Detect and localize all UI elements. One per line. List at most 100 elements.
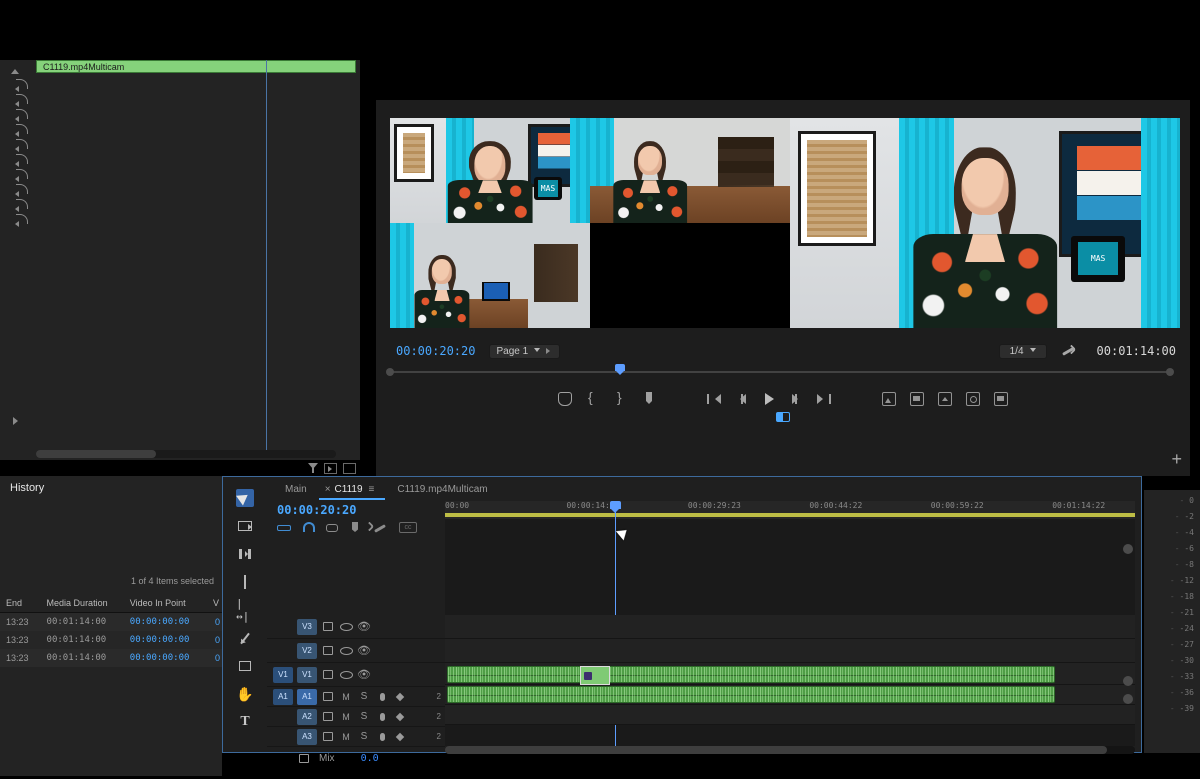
track-a2[interactable] [445, 685, 1135, 705]
audio-track-header[interactable]: A3MS2 [267, 727, 445, 747]
sequence-tab[interactable]: C1119.mp4Multicam [385, 481, 499, 500]
zoom-endcap[interactable] [1123, 676, 1133, 686]
table-row[interactable]: 13:2300:01:14:0000:00:00:000 [0, 649, 222, 667]
multicam-angle-4[interactable] [590, 223, 790, 328]
add-marker-icon[interactable] [349, 521, 361, 533]
source-patch[interactable] [273, 619, 293, 635]
export-frame-button[interactable] [937, 391, 953, 407]
expand-right-icon[interactable] [13, 417, 22, 425]
mix-value[interactable]: 0.0 [361, 753, 379, 764]
keyframe-icon[interactable] [393, 710, 407, 724]
undo-step-icon[interactable] [16, 214, 28, 224]
clip-segment[interactable] [580, 666, 610, 685]
audio-track-header[interactable]: A2MS2 [267, 707, 445, 727]
mute-button[interactable]: M [339, 710, 353, 724]
multicam-angle-1[interactable] [390, 118, 590, 223]
video-track-header[interactable]: V3👁 [267, 615, 445, 639]
new-bin-icon[interactable] [343, 463, 356, 474]
col-end[interactable]: End [0, 594, 41, 613]
timeline-hscroll[interactable] [445, 746, 1135, 754]
hand-tool[interactable]: ✋ [236, 685, 254, 703]
toggle-multicam-view-button[interactable] [776, 412, 790, 422]
comparison-view-button[interactable] [993, 391, 1009, 407]
lock-icon[interactable] [321, 710, 335, 724]
lock-icon[interactable] [297, 751, 311, 765]
add-marker-button[interactable] [557, 391, 573, 407]
undo-step-icon[interactable] [16, 109, 28, 119]
undo-step-icon[interactable] [16, 79, 28, 89]
close-tab-icon[interactable]: × [325, 484, 331, 495]
solo-button[interactable]: S [357, 730, 371, 744]
track-a1[interactable] [445, 665, 1135, 685]
new-item-icon[interactable] [324, 463, 337, 474]
toggle-track-output-icon[interactable] [339, 668, 353, 682]
solo-button[interactable]: S [357, 710, 371, 724]
source-patch[interactable] [273, 729, 293, 745]
lock-icon[interactable] [321, 730, 335, 744]
mark-out-button[interactable] [613, 391, 629, 407]
col-inpoint[interactable]: Video In Point [124, 594, 207, 613]
play-button[interactable] [761, 391, 777, 407]
source-patch[interactable]: V1 [273, 667, 293, 683]
voiceover-icon[interactable] [375, 710, 389, 724]
lock-icon[interactable] [321, 690, 335, 704]
step-forward-button[interactable] [789, 391, 805, 407]
table-row[interactable]: 13:2300:01:14:0000:00:00:000 [0, 613, 222, 632]
work-area-bar[interactable] [445, 513, 1135, 517]
page-selector[interactable]: Page 1 [489, 344, 560, 359]
mark-in-button[interactable] [585, 391, 601, 407]
keyframe-icon[interactable] [393, 690, 407, 704]
insert-button[interactable] [881, 391, 897, 407]
source-patch[interactable] [273, 709, 293, 725]
undo-step-icon[interactable] [16, 184, 28, 194]
track-a3[interactable] [445, 705, 1135, 725]
video-track-header[interactable]: V1V1👁 [267, 663, 445, 687]
program-playhead[interactable] [615, 364, 625, 376]
source-hscroll[interactable] [36, 450, 336, 458]
ripple-edit-tool[interactable] [236, 545, 254, 563]
zoom-endcap[interactable] [1123, 694, 1133, 704]
voiceover-icon[interactable] [375, 690, 389, 704]
sequence-tab[interactable]: Main [273, 481, 319, 500]
track-select-tool[interactable] [236, 517, 254, 535]
toggle-track-output-icon[interactable] [339, 644, 353, 658]
source-playhead[interactable] [266, 60, 267, 450]
table-row[interactable]: 13:2300:01:14:0000:00:00:000 [0, 631, 222, 649]
captions-toggle[interactable]: cc [399, 522, 417, 533]
toggle-track-output-icon[interactable] [339, 620, 353, 634]
multicam-angle-2[interactable] [590, 118, 790, 223]
track-v2[interactable] [445, 639, 1135, 663]
video-track-header[interactable]: V2👁 [267, 639, 445, 663]
audio-clip[interactable] [447, 666, 1055, 683]
go-to-marker-button[interactable] [641, 391, 657, 407]
camera-icon[interactable] [965, 391, 981, 407]
filter-icon[interactable] [308, 463, 318, 474]
mix-track-header[interactable]: Mix0.0 [267, 747, 445, 769]
solo-button[interactable]: S [357, 690, 371, 704]
type-tool[interactable]: T [236, 713, 254, 731]
keyframe-icon[interactable] [393, 730, 407, 744]
undo-step-icon[interactable] [16, 139, 28, 149]
audio-clip[interactable] [447, 686, 1055, 703]
source-patch[interactable] [273, 643, 293, 659]
undo-step-icon[interactable] [16, 94, 28, 104]
pen-tool[interactable] [236, 629, 254, 647]
razor-tool[interactable] [236, 573, 254, 591]
program-scrubber[interactable] [390, 366, 1170, 378]
track-target[interactable]: A3 [297, 729, 317, 745]
mute-button[interactable]: M [339, 730, 353, 744]
voiceover-icon[interactable] [375, 730, 389, 744]
snap-icon[interactable] [277, 521, 289, 533]
link-icon[interactable] [325, 521, 337, 533]
timeline-timecode[interactable]: 00:00:20:20 [277, 503, 356, 517]
add-panel-button[interactable]: + [1171, 449, 1182, 470]
source-clip-bar[interactable]: C1119.mp4Multicam [36, 60, 356, 73]
collapse-up-icon[interactable] [11, 65, 19, 74]
settings-wrench-icon[interactable] [1061, 344, 1075, 358]
source-patch[interactable]: A1 [273, 689, 293, 705]
undo-step-icon[interactable] [16, 124, 28, 134]
lock-icon[interactable] [321, 668, 335, 682]
zoom-endcap[interactable] [1123, 544, 1133, 554]
track-target[interactable]: A1 [297, 689, 317, 705]
lock-icon[interactable] [321, 620, 335, 634]
